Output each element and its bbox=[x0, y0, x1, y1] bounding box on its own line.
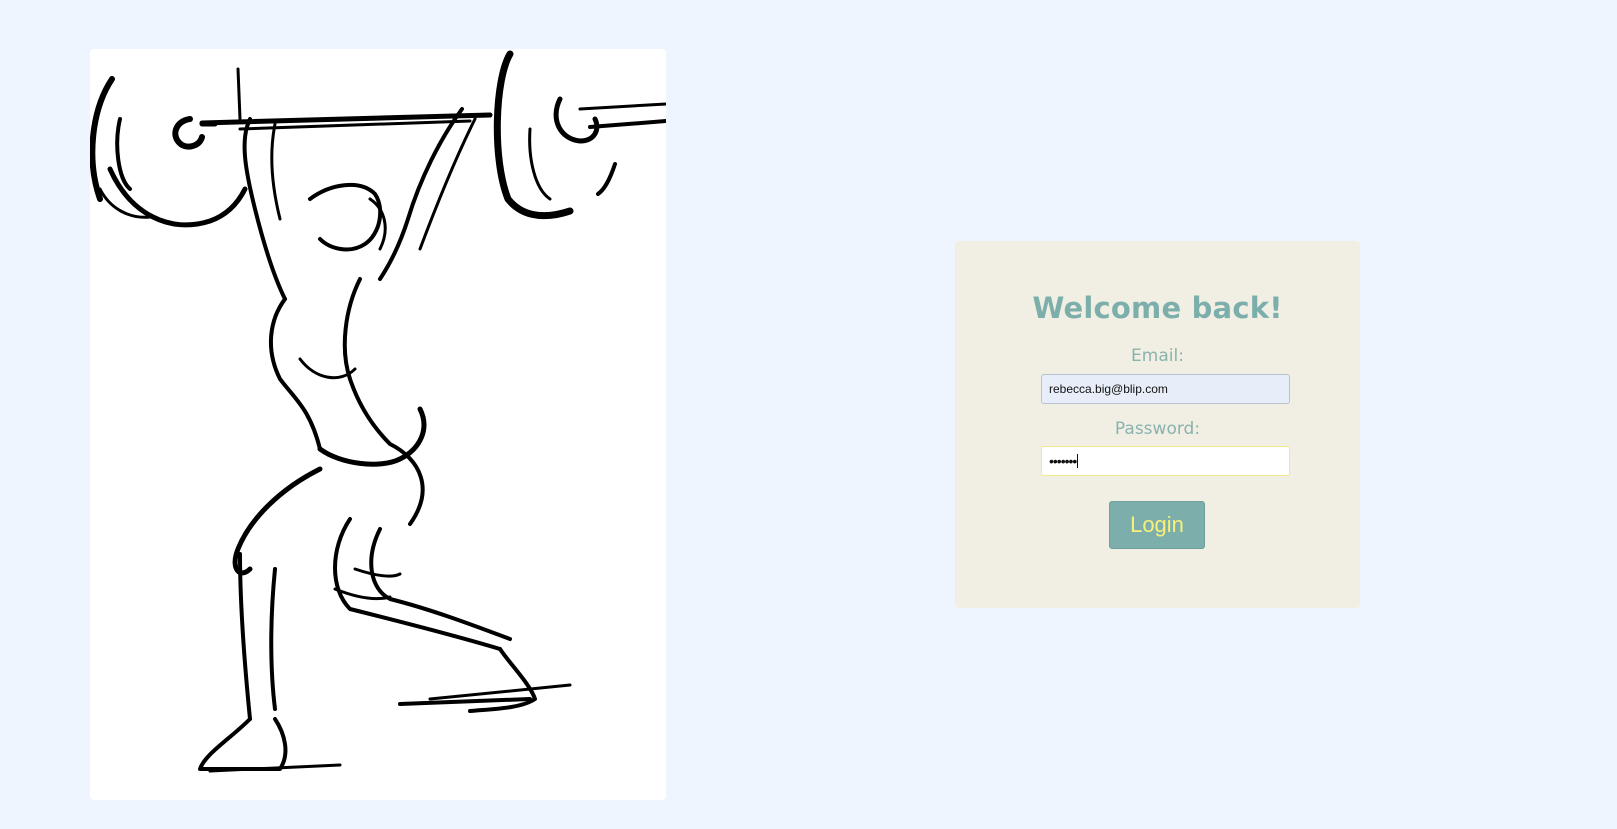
weightlifter-drawing bbox=[90, 50, 666, 773]
password-mask: ••••••• bbox=[1049, 453, 1077, 469]
weightlifter-illustration bbox=[90, 49, 666, 800]
login-page: Welcome back! Email: Password: ••••••• L… bbox=[0, 0, 1617, 829]
text-cursor bbox=[1077, 454, 1079, 468]
welcome-heading: Welcome back! bbox=[1032, 291, 1283, 325]
login-button[interactable]: Login bbox=[1109, 501, 1205, 549]
login-card: Welcome back! Email: Password: ••••••• L… bbox=[955, 241, 1360, 608]
password-label: Password: bbox=[1114, 419, 1201, 439]
email-input[interactable] bbox=[1041, 374, 1290, 404]
password-input[interactable]: ••••••• bbox=[1041, 446, 1290, 476]
email-label: Email: bbox=[1131, 346, 1184, 366]
